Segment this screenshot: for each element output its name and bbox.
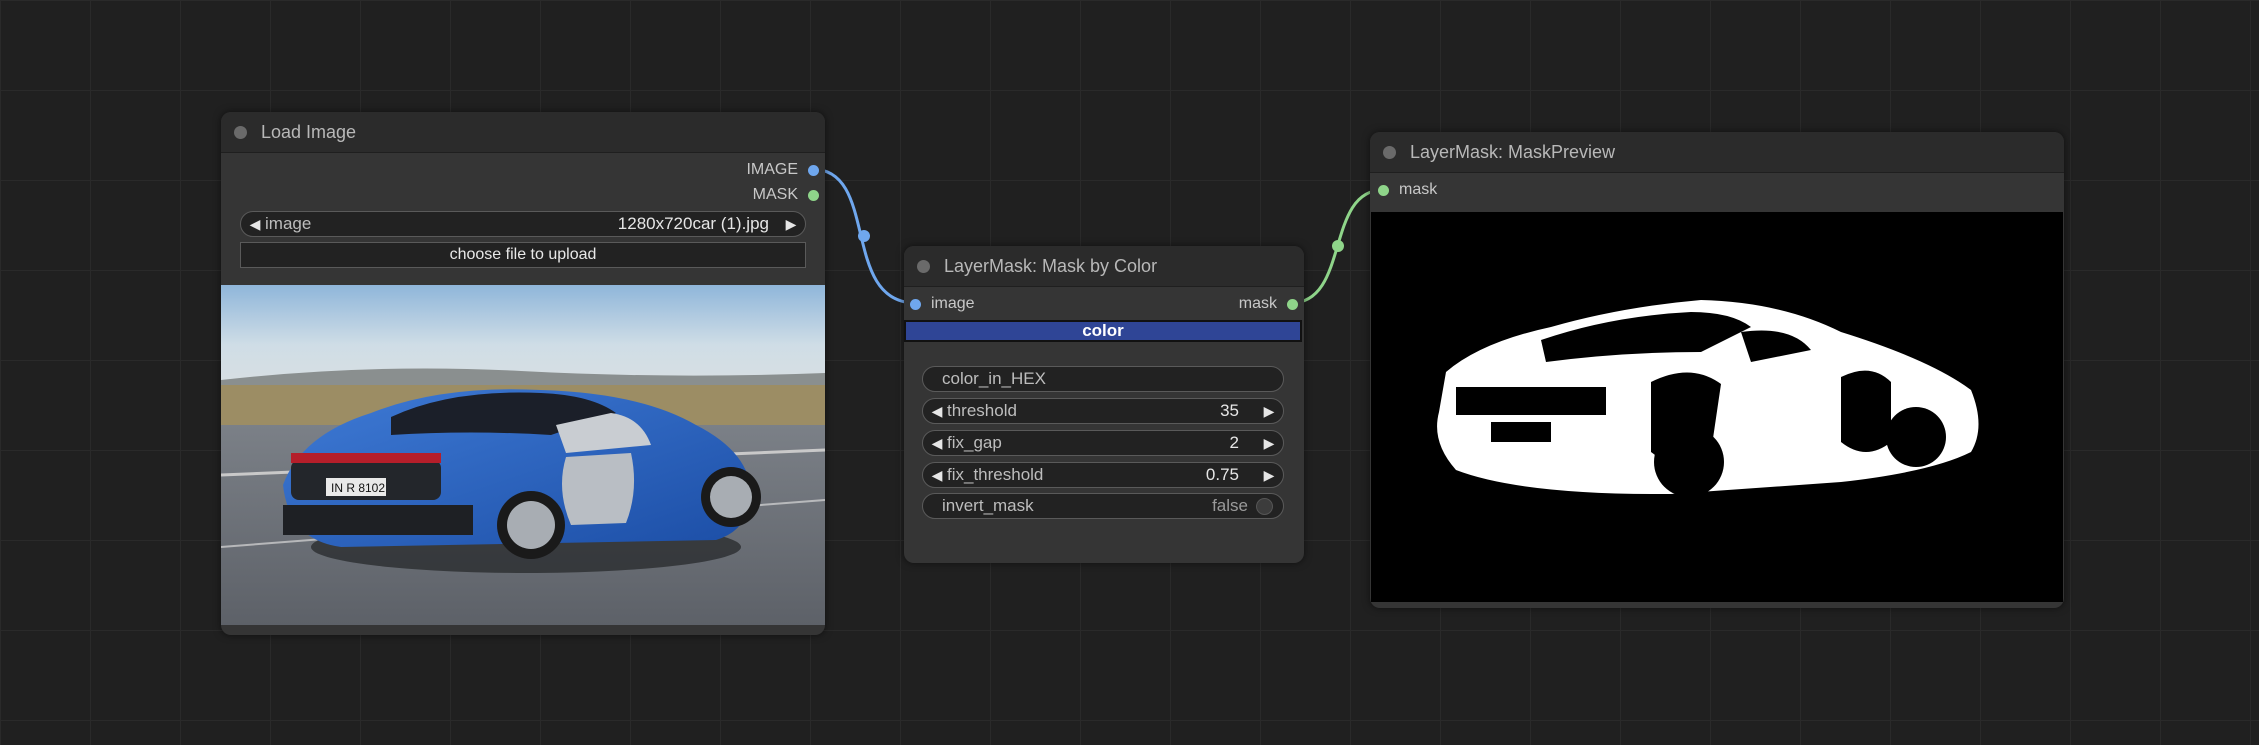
input-slot-image[interactable]: image (910, 294, 975, 314)
widget-label: fix_gap (947, 433, 1002, 452)
output-dot-icon[interactable] (808, 164, 819, 176)
input-label-image: image (931, 295, 975, 312)
arrow-left-icon[interactable]: ◀ (927, 467, 947, 484)
node-title: LayerMask: Mask by Color (944, 255, 1158, 276)
output-label-image: IMAGE (746, 161, 798, 178)
threshold-number-widget[interactable]: ◀ threshold 35 ▶ (922, 398, 1284, 424)
image-link-midpoint (858, 230, 870, 242)
mask-silhouette (1437, 300, 1979, 497)
arrow-left-icon[interactable]: ◀ (245, 216, 265, 233)
collapse-icon[interactable] (1383, 145, 1396, 159)
output-slot-mask[interactable]: mask (1239, 294, 1298, 314)
mask-link-midpoint (1332, 240, 1344, 252)
arrow-right-icon[interactable]: ▶ (781, 216, 801, 233)
node-title: LayerMask: MaskPreview (1410, 141, 1616, 162)
svg-text:IN R 8102: IN R 8102 (331, 481, 385, 495)
widget-label: image (265, 214, 312, 233)
arrow-right-icon[interactable]: ▶ (1259, 467, 1279, 484)
node-title-bar[interactable]: LayerMask: Mask by Color (904, 246, 1304, 287)
widget-value: false (1212, 496, 1248, 515)
widget-value: 2 (1229, 433, 1239, 452)
upload-button[interactable]: choose file to upload (240, 242, 806, 268)
output-dot-icon[interactable] (808, 189, 819, 201)
input-dot-icon[interactable] (1378, 184, 1389, 196)
output-label-mask: mask (1238, 295, 1277, 312)
collapse-icon[interactable] (234, 125, 247, 139)
input-label-mask: mask (1399, 181, 1438, 198)
widget-value: 35 (1220, 401, 1239, 420)
widget-label: threshold (947, 401, 1017, 420)
fix-gap-number-widget[interactable]: ◀ fix_gap 2 ▶ (922, 430, 1284, 456)
arrow-left-icon[interactable]: ◀ (927, 403, 947, 420)
input-slot-mask[interactable]: mask (1378, 180, 1437, 200)
mask-preview-image (1371, 212, 2063, 602)
image-link-wire (811, 167, 917, 305)
collapse-icon[interactable] (917, 259, 930, 273)
input-dot-icon[interactable] (910, 298, 921, 310)
color-swatch-widget[interactable]: color (904, 320, 1302, 342)
arrow-right-icon[interactable]: ▶ (1259, 403, 1279, 420)
arrow-left-icon[interactable]: ◀ (927, 435, 947, 452)
load-image-node[interactable]: Load Image IMAGE MASK ◀ image 1280x720ca… (221, 112, 825, 635)
widget-label: invert_mask (942, 496, 1034, 515)
widget-value: 0.75 (1205, 465, 1239, 484)
output-label-mask: MASK (752, 186, 798, 203)
fix-threshold-number-widget[interactable]: ◀ fix_threshold 0.75 ▶ (922, 462, 1284, 488)
output-dot-icon[interactable] (1287, 298, 1298, 310)
node-title-bar[interactable]: LayerMask: MaskPreview (1370, 132, 2064, 173)
toggle-knob-icon[interactable] (1256, 497, 1273, 515)
widget-value: 1280x720car (1).jpg (617, 214, 769, 233)
image-combo-widget[interactable]: ◀ image 1280x720car (1).jpg ▶ (240, 211, 806, 237)
output-slot-image[interactable]: IMAGE (746, 160, 819, 180)
widget-label: color_in_HEX (942, 369, 1046, 388)
arrow-right-icon[interactable]: ▶ (1259, 435, 1279, 452)
widget-label: fix_threshold (947, 465, 1044, 484)
mask-by-color-node[interactable]: LayerMask: Mask by Color image mask colo… (904, 246, 1304, 563)
car-photo-preview: IN R 8102 (221, 285, 825, 625)
mask-preview-node[interactable]: LayerMask: MaskPreview mask (1370, 132, 2064, 608)
node-title-bar[interactable]: Load Image (221, 112, 825, 153)
invert-mask-toggle[interactable]: invert_mask false (922, 493, 1284, 519)
color-in-hex-input[interactable]: color_in_HEX (922, 366, 1284, 392)
car-photo: IN R 8102 (221, 285, 825, 625)
node-title: Load Image (261, 121, 357, 142)
output-slot-mask[interactable]: MASK (753, 185, 819, 205)
